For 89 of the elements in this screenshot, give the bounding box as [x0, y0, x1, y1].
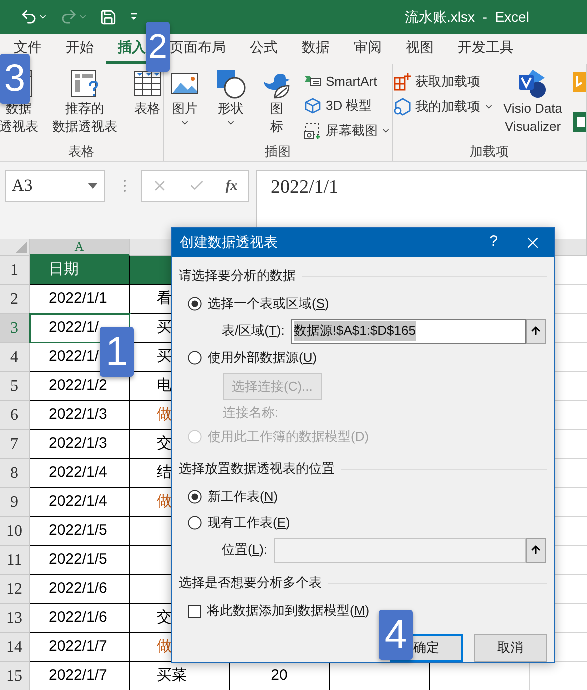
ribbon-tab[interactable]: 开始 — [54, 34, 106, 64]
cancel-button[interactable]: 取消 — [474, 634, 547, 662]
radio-button[interactable] — [188, 297, 202, 311]
row-header[interactable]: 2 — [0, 285, 30, 314]
row-header[interactable]: 10 — [0, 517, 30, 546]
name-box[interactable]: A3 — [5, 170, 105, 202]
group-label: 表格 — [68, 143, 96, 161]
ribbon-button[interactable]: 形状 — [211, 64, 251, 142]
upload-arrow-icon — [530, 325, 542, 337]
section-heading: 选择是否想要分析多个表 — [179, 574, 322, 592]
ribbon-button-label: 推荐的 数据透视表 — [52, 100, 118, 136]
row-header[interactable]: 4 — [0, 343, 30, 372]
checkbox[interactable] — [188, 604, 201, 618]
dropdown-icon — [88, 183, 98, 189]
row-header[interactable]: 14 — [0, 633, 30, 662]
radio-label: 现有工作表(E) — [208, 514, 290, 532]
ribbon-button-label: 图片 — [172, 100, 198, 118]
table-cell: 2022/1/1 — [30, 285, 130, 314]
ribbon-small-button[interactable]: 3D 模型 — [303, 94, 391, 118]
ribbon-tab[interactable]: 开发工具 — [446, 34, 526, 64]
step-tooltip: 2 — [146, 22, 170, 72]
addin-tile-icon — [572, 72, 586, 92]
ribbon-small-button[interactable]: SmartArt — [303, 70, 391, 93]
grip-icon — [123, 179, 127, 193]
row-header[interactable]: 6 — [0, 401, 30, 430]
ribbon-button[interactable]: 图 标 — [257, 64, 297, 142]
shapes-icon — [215, 68, 247, 100]
table-cell: 2022/1/6 — [30, 604, 130, 633]
save-button[interactable] — [100, 8, 117, 26]
row-header[interactable]: 11 — [0, 546, 30, 575]
table-cell: 2022/1/4 — [30, 488, 130, 517]
row-header[interactable]: 5 — [0, 372, 30, 401]
cube-icon — [305, 98, 321, 114]
ribbon-button-label: Visio Data Visualizer — [504, 100, 563, 136]
row-header[interactable]: 13 — [0, 604, 30, 633]
insert-function-button[interactable]: fx — [226, 176, 238, 196]
collapse-button[interactable] — [526, 318, 546, 344]
group-label: 加载项 — [469, 143, 510, 161]
step-tooltip: 1 — [100, 327, 134, 377]
step-tooltip: 3 — [0, 54, 30, 104]
screenshot-icon — [304, 122, 322, 140]
ribbon-small-button[interactable]: 我的加载项 — [393, 95, 494, 118]
window-title: 流水账.xlsx - Excel — [405, 8, 530, 26]
ribbon-tab[interactable]: 公式 — [238, 34, 290, 64]
range-field[interactable]: 数据源!$A$1:$D$165 — [290, 318, 526, 344]
table-cell: 2022/1/6 — [30, 575, 130, 604]
smartart-icon — [304, 74, 322, 88]
store-icon — [393, 72, 412, 92]
table-cell: 2022/1/3 — [30, 401, 130, 430]
ribbon-button-label: 图 标 — [270, 100, 284, 136]
ribbon-button-label: 表格 — [134, 100, 160, 118]
ribbon-button[interactable]: Visio Data Visualizer — [500, 64, 567, 142]
row-header[interactable]: 12 — [0, 575, 30, 604]
recommended-pivot-icon — [69, 68, 101, 100]
ribbon-tab[interactable]: 视图 — [394, 34, 446, 64]
row-header[interactable]: 15 — [0, 662, 30, 690]
table-cell: 2022/1/5 — [30, 517, 130, 546]
table-cell: 2022/1/5 — [30, 546, 130, 575]
ribbon-small-button[interactable]: 屏幕截图 — [303, 119, 391, 142]
radio-button[interactable] — [188, 490, 202, 504]
hexagon-icon — [393, 96, 412, 116]
ribbon-tab[interactable]: 数据 — [290, 34, 342, 64]
radio-button[interactable] — [188, 351, 202, 365]
group-label: 插图 — [264, 143, 292, 161]
visio-icon — [517, 68, 549, 100]
ribbon-button[interactable]: 推荐的 数据透视表 — [48, 64, 122, 142]
header-cell: 日期 — [30, 256, 130, 285]
table-cell: 2022/1/4 — [30, 459, 130, 488]
row-header[interactable]: 3 — [0, 314, 30, 343]
upload-arrow-icon — [530, 544, 542, 556]
step-tooltip: 4 — [379, 610, 413, 660]
field-label: 位置(L): — [222, 541, 268, 560]
ribbon-button-label: 形状 — [218, 100, 244, 118]
ribbon-small-button[interactable]: 获取加载项 — [393, 70, 494, 93]
customize-menu-button[interactable] — [129, 12, 139, 22]
table-cell: 2022/1/3 — [30, 430, 130, 459]
row-header[interactable]: 1 — [0, 256, 30, 285]
row-header[interactable]: 9 — [0, 488, 30, 517]
column-header[interactable]: A — [30, 239, 130, 256]
radio-button[interactable] — [188, 516, 202, 530]
row-header[interactable]: 8 — [0, 459, 30, 488]
section-heading: 请选择要分析的数据 — [179, 267, 296, 286]
sheet-app-icon — [572, 112, 586, 132]
undo-button[interactable] — [20, 8, 48, 26]
ribbon-tab[interactable]: 审阅 — [342, 34, 394, 64]
row-header[interactable]: 7 — [0, 430, 30, 459]
corner-triangle-icon — [16, 242, 27, 253]
table-cell: 2022/1/7 — [30, 633, 130, 662]
collapse-button[interactable] — [526, 538, 546, 562]
